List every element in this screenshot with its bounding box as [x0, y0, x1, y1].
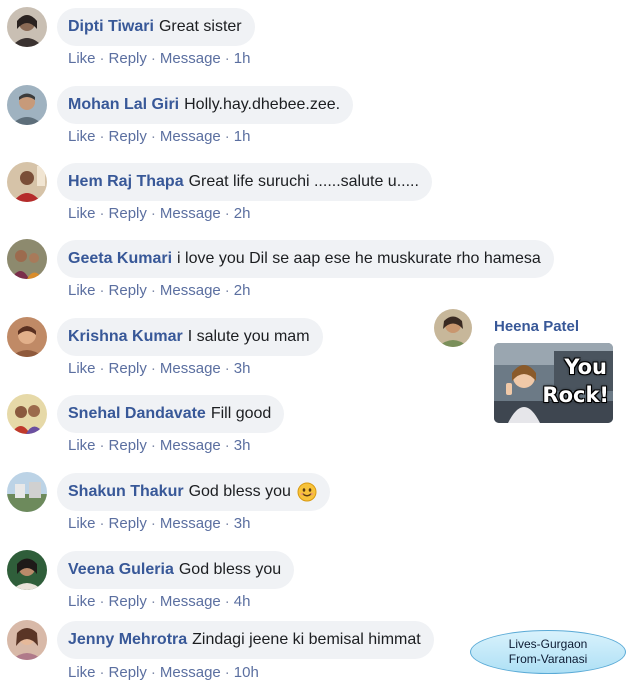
comment-item: Mohan Lal Giri Holly.hay.dhebee.zee. Lik… — [0, 78, 631, 154]
comment-bubble: Mohan Lal Giri Holly.hay.dhebee.zee. — [57, 86, 354, 124]
you-rock-sticker: You Rock! — [494, 343, 613, 423]
comment-item: Veena Guleria God bless you Like · Reply · M… — [0, 543, 631, 619]
comment-text: Fill good — [210, 405, 272, 422]
like-link[interactable]: Like — [68, 593, 96, 610]
message-link[interactable]: Message — [160, 593, 221, 610]
comment-actions: Like · Reply · Message · 10h — [68, 664, 259, 681]
message-link[interactable]: Message — [160, 437, 221, 454]
comment-bubble: Shakun Thakur God bless you — [57, 473, 330, 511]
comment-text: Great life suruchi ......salute u..... — [188, 173, 419, 190]
callout-line2: From-Varanasi — [508, 652, 588, 666]
avatar[interactable] — [7, 472, 47, 512]
commenter-name[interactable]: Snehal Dandavate — [68, 405, 206, 423]
avatar[interactable] — [7, 620, 47, 660]
like-link[interactable]: Like — [68, 282, 96, 299]
commenter-name[interactable]: Dipti Tiwari — [68, 18, 154, 36]
comment-text: God bless you — [188, 483, 291, 500]
commenter-name[interactable]: Geeta Kumari — [68, 250, 172, 268]
comment-bubble: Snehal Dandavate Fill good — [57, 395, 285, 433]
smiling-face-icon — [297, 482, 317, 502]
heena-avatar[interactable] — [434, 309, 472, 347]
comment-item: Hem Raj Thapa Great life suruchi ......s… — [0, 155, 631, 231]
comment-item: Shakun Thakur God bless you Like · Reply · M… — [0, 465, 631, 541]
comment-bubble: Jenny Mehrotra Zindagi jeene ki bemisal … — [57, 621, 434, 659]
comment-time[interactable]: 1h — [234, 50, 251, 67]
message-link[interactable]: Message — [160, 205, 221, 222]
sticker-text-line1: You — [564, 355, 607, 379]
reply-link[interactable]: Reply — [109, 360, 147, 377]
avatar[interactable] — [7, 550, 47, 590]
comment-text: Holly.hay.dhebee.zee. — [184, 96, 341, 113]
commenter-name[interactable]: Hem Raj Thapa — [68, 173, 184, 191]
comment-time[interactable]: 10h — [234, 664, 259, 681]
message-link[interactable]: Message — [160, 664, 221, 681]
commenter-name[interactable]: Shakun Thakur — [68, 483, 184, 501]
like-link[interactable]: Like — [68, 128, 96, 145]
message-link[interactable]: Message — [160, 360, 221, 377]
reply-link[interactable]: Reply — [109, 664, 147, 681]
message-link[interactable]: Message — [160, 50, 221, 67]
avatar[interactable] — [7, 317, 47, 357]
comment-bubble: Krishna Kumar I salute you mam — [57, 318, 323, 356]
like-link[interactable]: Like — [68, 360, 96, 377]
comment-text: Great sister — [158, 18, 242, 35]
comment-item: Geeta Kumari i love you Dil se aap ese h… — [0, 232, 631, 308]
message-link[interactable]: Message — [160, 128, 221, 145]
reply-link[interactable]: Reply — [109, 205, 147, 222]
comment-text: I salute you mam — [187, 328, 310, 345]
callout-line1: Lives-Gurgaon — [508, 637, 588, 651]
like-link[interactable]: Like — [68, 515, 96, 532]
commenter-name[interactable]: Krishna Kumar — [68, 328, 183, 346]
message-link[interactable]: Message — [160, 515, 221, 532]
avatar[interactable] — [7, 7, 47, 47]
commenter-name[interactable]: Mohan Lal Giri — [68, 96, 179, 114]
comment-actions: Like · Reply · Message · 2h — [68, 205, 251, 222]
comment-actions: Like · Reply · Message · 4h — [68, 593, 251, 610]
comment-bubble: Geeta Kumari i love you Dil se aap ese h… — [57, 240, 554, 278]
comment-time[interactable]: 3h — [234, 360, 251, 377]
comment-actions: Like · Reply · Message · 3h — [68, 360, 251, 377]
comment-actions: Like · Reply · Message · 3h — [68, 437, 251, 454]
like-link[interactable]: Like — [68, 437, 96, 454]
comment-actions: Like · Reply · Message · 2h — [68, 282, 251, 299]
avatar[interactable] — [7, 239, 47, 279]
message-link[interactable]: Message — [160, 282, 221, 299]
reply-link[interactable]: Reply — [109, 50, 147, 67]
like-link[interactable]: Like — [68, 664, 96, 681]
reply-link[interactable]: Reply — [109, 128, 147, 145]
comment-time[interactable]: 2h — [234, 205, 251, 222]
comment-bubble: Veena Guleria God bless you — [57, 551, 295, 589]
comment-actions: Like · Reply · Message · 1h — [68, 50, 251, 67]
reply-link[interactable]: Reply — [109, 282, 147, 299]
comment-time[interactable]: 4h — [234, 593, 251, 610]
comment-text: i love you Dil se aap ese he muskurate r… — [177, 250, 541, 267]
reply-link[interactable]: Reply — [109, 437, 147, 454]
comment-actions: Like · Reply · Message · 3h — [68, 515, 251, 532]
comment-bubble: Hem Raj Thapa Great life suruchi ......s… — [57, 163, 432, 201]
commenter-name[interactable]: Jenny Mehrotra — [68, 631, 187, 649]
comment-item: Dipti Tiwari Great sister Like · Reply · Mes… — [0, 0, 631, 76]
comment-time[interactable]: 3h — [234, 515, 251, 532]
commenter-name[interactable]: Veena Guleria — [68, 561, 174, 579]
avatar[interactable] — [7, 85, 47, 125]
reply-commenter-name[interactable]: Heena Patel — [494, 318, 579, 335]
comment-time[interactable]: 2h — [234, 282, 251, 299]
avatar[interactable] — [7, 162, 47, 202]
avatar[interactable] — [7, 394, 47, 434]
reply-link[interactable]: Reply — [109, 515, 147, 532]
sticker-text-line2: Rock! — [542, 383, 609, 407]
comment-actions: Like · Reply · Message · 1h — [68, 128, 251, 145]
like-link[interactable]: Like — [68, 205, 96, 222]
comment-time[interactable]: 3h — [234, 437, 251, 454]
like-link[interactable]: Like — [68, 50, 96, 67]
reply-link[interactable]: Reply — [109, 593, 147, 610]
location-callout: Lives-Gurgaon From-Varanasi — [470, 630, 626, 674]
comment-text: God bless you — [178, 561, 282, 578]
comment-bubble: Dipti Tiwari Great sister — [57, 8, 255, 46]
comment-text: Zindagi jeene ki bemisal himmat — [192, 631, 421, 648]
comment-time[interactable]: 1h — [234, 128, 251, 145]
